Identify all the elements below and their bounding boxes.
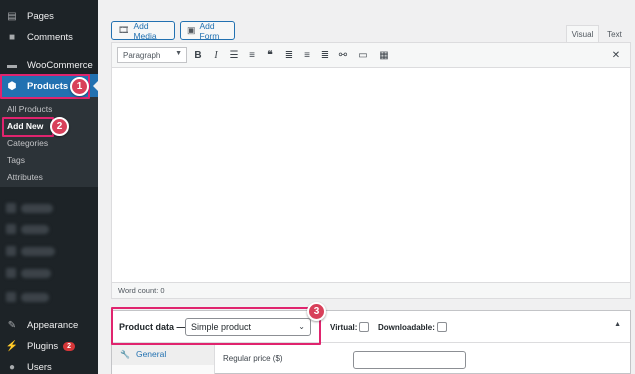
toolbar-toggle-icon[interactable]: ▦ [378,49,390,61]
tab-general[interactable]: 🔧 General [112,343,214,365]
menu-pages-label: Pages [27,10,54,22]
read-more-icon[interactable]: ▭ [357,49,369,61]
menu-users-label: Users [27,361,52,373]
bold-icon[interactable]: B [192,49,204,61]
highlight-add-new [2,117,54,137]
step-badge-3: 3 [307,302,326,321]
add-form-button[interactable]: ▣ Add Form [180,20,235,41]
blurred-menu-icon [6,292,16,302]
pages-icon: ▤ [7,10,17,22]
blurred-menu-icon [6,224,16,234]
virtual-checkbox[interactable] [359,322,370,332]
virtual-label: Virtual: [330,322,358,332]
regular-price-input[interactable] [353,351,466,369]
comments-icon: ■ [8,31,16,43]
italic-icon[interactable]: I [210,49,222,61]
menu-woocommerce-label: WooCommerce [27,59,93,71]
virtual-option: Virtual: [330,322,370,332]
align-left-icon[interactable]: ≣ [283,49,295,61]
blurred-menu-item[interactable] [21,204,53,213]
downloadable-checkbox[interactable] [436,322,447,332]
step-badge-2: 2 [50,117,69,136]
blockquote-icon[interactable]: ❝ [264,49,276,61]
blurred-menu-item[interactable] [21,293,49,302]
plugins-update-badge: 2 [63,341,76,351]
menu-appearance-label: Appearance [27,319,79,331]
add-form-label: Add Form [199,20,220,41]
blurred-menu-icon [6,203,16,213]
menu-plugins-label: Plugins [27,340,59,352]
media-icon: 🎞 [118,25,130,35]
tab-visual[interactable]: Visual [566,25,599,43]
blurred-menu-item[interactable] [21,247,55,256]
downloadable-option: Downloadable: [378,322,447,332]
admin-sidebar: ▤ Pages ■ Comments ▬ WooCommerce ⬢ Produ… [0,0,99,374]
word-count: Word count: 0 [112,282,630,298]
appearance-icon: ✎ [7,319,17,331]
menu-comments-label: Comments [27,31,73,43]
submenu-all-products[interactable]: All Products [7,104,52,114]
format-select[interactable]: Paragraph ▼ [117,47,187,63]
blurred-menu-item[interactable] [21,269,51,278]
align-center-icon[interactable]: ≡ [301,49,313,61]
products-submenu: All Products Add New Categories Tags Att… [0,97,98,187]
users-icon: ● [8,361,16,373]
woocommerce-icon: ▬ [7,59,17,71]
blurred-menu-icon [6,246,16,256]
add-media-label: Add Media [133,20,157,41]
form-icon: ▣ [187,25,196,35]
submenu-categories[interactable]: Categories [7,138,48,148]
collapse-icon[interactable]: ▲ [614,321,621,328]
blurred-menu-item[interactable] [21,225,49,234]
menu-comments[interactable]: ■ Comments [0,25,98,49]
chevron-down-icon: ▼ [175,50,182,57]
menu-users[interactable]: ● Users [0,355,98,374]
link-icon[interactable]: ⚯ [337,49,349,61]
blurred-menu-icon [6,268,16,278]
plugins-icon: ⚡ [5,340,19,352]
fullscreen-icon[interactable]: ✕ [610,49,622,61]
active-menu-arrow [93,80,99,92]
submenu-attributes[interactable]: Attributes [7,172,43,182]
format-select-value: Paragraph [123,50,161,60]
align-right-icon[interactable]: ≣ [319,49,331,61]
editor-toolbar: Paragraph ▼ B I ☰ ≡ ❝ ≣ ≡ ≣ ⚯ ▭ ▦ ✕ [112,43,630,68]
highlight-product-type [111,307,321,345]
tab-text[interactable]: Text [601,25,628,43]
regular-price-label: Regular price ($) [223,354,283,363]
numbered-list-icon[interactable]: ≡ [246,49,258,61]
product-data-tabs: 🔧 General [112,343,215,374]
submenu-tags[interactable]: Tags [7,155,25,165]
bullet-list-icon[interactable]: ☰ [228,49,240,61]
content-editor[interactable]: Paragraph ▼ B I ☰ ≡ ❝ ≣ ≡ ≣ ⚯ ▭ ▦ ✕ Word… [111,42,631,299]
wrench-icon: 🔧 [120,349,130,359]
add-media-button[interactable]: 🎞 Add Media [111,20,175,41]
step-badge-1: 1 [70,77,89,96]
downloadable-label: Downloadable: [378,322,435,332]
tab-general-label: General [135,349,167,359]
